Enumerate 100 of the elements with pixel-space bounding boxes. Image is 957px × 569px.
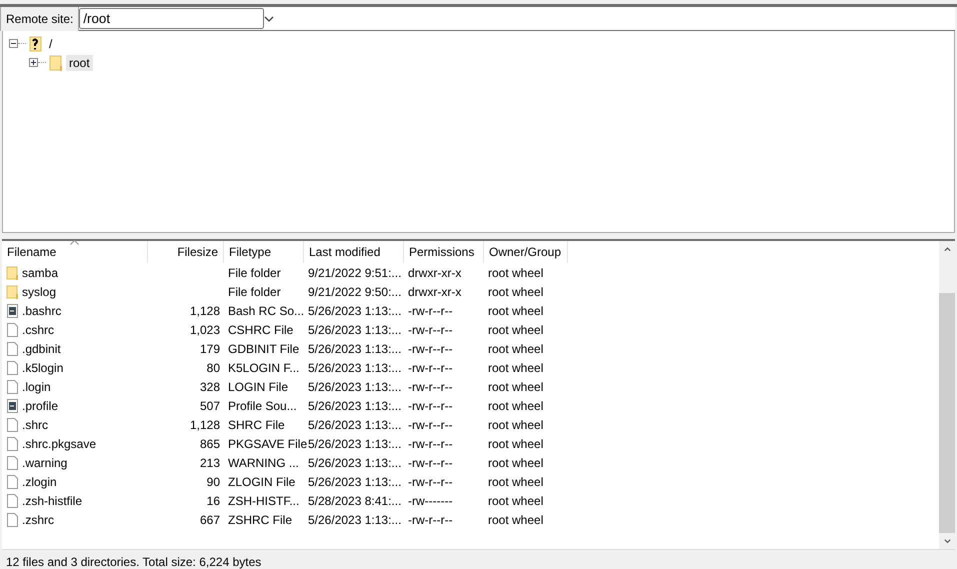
- table-cell: root wheel: [488, 474, 544, 488]
- scroll-up-icon[interactable]: [942, 247, 952, 252]
- table-cell: -rw-r--r--: [408, 322, 453, 336]
- table-cell: -rw-r--r--: [408, 398, 453, 412]
- table-cell: 5/26/2023 1:13:...: [308, 512, 402, 526]
- file-name[interactable]: .cshrc: [22, 322, 54, 336]
- table-cell: -rw-r--r--: [408, 342, 453, 356]
- table-cell: Bash RC So...: [228, 304, 304, 318]
- file-name[interactable]: .k5login: [22, 360, 64, 374]
- table-cell: drwxr-xr-x: [408, 266, 462, 280]
- table-cell: LOGIN File: [228, 380, 288, 394]
- column-header[interactable]: Permissions: [404, 241, 484, 263]
- table-cell: 5/26/2023 1:13:...: [308, 342, 402, 356]
- table-cell: 5/26/2023 1:13:...: [308, 360, 402, 374]
- column-header[interactable]: Last modified: [304, 241, 404, 263]
- scroll-down-icon[interactable]: [942, 538, 952, 543]
- file-name[interactable]: .warning: [22, 456, 68, 470]
- table-cell: -rw-r--r--: [408, 456, 453, 470]
- table-cell: root wheel: [488, 436, 544, 450]
- table-cell: root wheel: [488, 284, 544, 298]
- file-name[interactable]: .profile: [22, 398, 58, 412]
- table-cell: 5/26/2023 1:13:...: [308, 380, 402, 394]
- dropdown-caret-icon[interactable]: [264, 16, 274, 22]
- table-cell: root wheel: [488, 398, 544, 412]
- table-cell: 5/26/2023 1:13:...: [308, 418, 402, 432]
- vertical-scrollbar[interactable]: [939, 241, 955, 549]
- table-cell: 5/28/2023 8:41:...: [308, 494, 402, 508]
- table-cell: 5/26/2023 1:13:...: [308, 456, 402, 470]
- file-name[interactable]: syslog: [22, 284, 56, 298]
- file-icon: [6, 512, 19, 528]
- table-cell: root wheel: [488, 322, 544, 336]
- script-file-icon: [6, 302, 19, 318]
- table-cell: -rw-r--r--: [408, 474, 453, 488]
- table-cell: drwxr-xr-x: [408, 284, 462, 298]
- folder-icon: [49, 54, 63, 70]
- table-cell: -rw-r--r--: [408, 512, 453, 526]
- file-name[interactable]: samba: [22, 266, 58, 280]
- collapse-icon[interactable]: [9, 39, 18, 48]
- file-icon: [6, 340, 19, 356]
- column-header[interactable]: Filesize: [148, 241, 224, 263]
- file-name[interactable]: .login: [22, 380, 51, 394]
- table-cell: -rw-r--r--: [408, 304, 453, 318]
- table-cell: root wheel: [488, 512, 544, 526]
- table-cell: 213: [200, 456, 220, 470]
- table-cell: -rw-r--r--: [408, 418, 453, 432]
- remote-site-label: Remote site:: [0, 7, 80, 31]
- table-cell: ZSH-HISTF...: [228, 494, 300, 508]
- tree-item[interactable]: /: [46, 36, 56, 52]
- table-cell: root wheel: [488, 304, 544, 318]
- table-cell: File folder: [228, 266, 281, 280]
- table-cell: 865: [200, 436, 220, 450]
- table-cell: CSHRC File: [228, 322, 294, 336]
- table-cell: 16: [206, 494, 220, 508]
- tree-item[interactable]: root: [66, 54, 93, 70]
- table-cell: WARNING ...: [228, 456, 299, 470]
- table-cell: 9/21/2022 9:51:...: [308, 266, 402, 280]
- table-cell: 5/26/2023 1:13:...: [308, 304, 402, 318]
- scrollbar-thumb[interactable]: [939, 292, 955, 532]
- table-cell: ZSHRC File: [228, 512, 292, 526]
- file-icon: [6, 378, 19, 394]
- column-header[interactable]: Filename: [2, 241, 148, 263]
- file-name[interactable]: .zsh-histfile: [22, 494, 82, 508]
- file-name[interactable]: .zshrc: [22, 512, 54, 526]
- table-cell: File folder: [228, 284, 281, 298]
- question-folder-icon: [29, 36, 43, 52]
- file-name[interactable]: .bashrc: [22, 304, 62, 318]
- table-cell: GDBINIT File: [228, 342, 300, 356]
- table-cell: root wheel: [488, 342, 544, 356]
- table-cell: 179: [200, 342, 220, 356]
- table-cell: 328: [200, 380, 220, 394]
- file-icon: [6, 474, 19, 490]
- table-cell: -rw-------: [408, 494, 453, 508]
- folder-icon: [6, 284, 19, 300]
- table-cell: 667: [200, 512, 220, 526]
- file-icon: [6, 436, 19, 452]
- table-cell: 5/26/2023 1:13:...: [308, 398, 402, 412]
- table-cell: K5LOGIN F...: [228, 360, 300, 374]
- file-icon: [6, 322, 19, 338]
- file-name[interactable]: .zlogin: [22, 474, 57, 488]
- file-icon: [6, 360, 19, 376]
- table-cell: SHRC File: [228, 418, 285, 432]
- table-cell: root wheel: [488, 360, 544, 374]
- file-name[interactable]: .shrc: [22, 418, 48, 432]
- table-cell: 5/26/2023 1:13:...: [308, 474, 402, 488]
- table-cell: 90: [206, 474, 220, 488]
- file-name[interactable]: .gdbinit: [22, 342, 61, 356]
- column-header[interactable]: Owner/Group: [484, 241, 568, 263]
- table-cell: 1,128: [190, 304, 220, 318]
- table-cell: -rw-r--r--: [408, 360, 453, 374]
- file-name[interactable]: .shrc.pkgsave: [22, 436, 96, 450]
- file-icon: [6, 454, 19, 470]
- table-cell: 5/26/2023 1:13:...: [308, 322, 402, 336]
- column-header[interactable]: Filetype: [224, 241, 304, 263]
- table-cell: 9/21/2022 9:50:...: [308, 284, 402, 298]
- table-cell: 5/26/2023 1:13:...: [308, 436, 402, 450]
- table-cell: 1,023: [190, 322, 220, 336]
- expand-icon[interactable]: [29, 58, 38, 67]
- table-cell: 80: [206, 360, 220, 374]
- file-icon: [6, 416, 19, 432]
- remote-path-field[interactable]: /root: [79, 8, 264, 29]
